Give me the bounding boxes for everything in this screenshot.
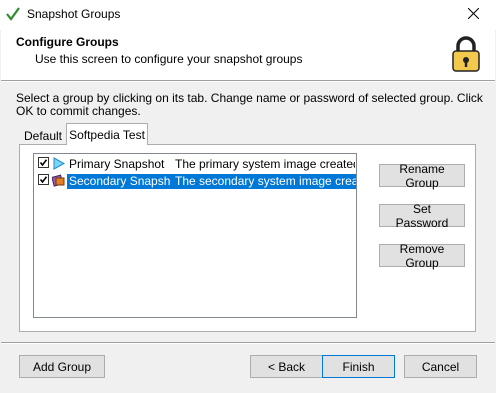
cancel-button[interactable]: Cancel: [404, 355, 477, 378]
finish-button[interactable]: Finish: [322, 355, 395, 378]
wizard-header: Configure Groups Use this screen to conf…: [1, 30, 495, 80]
footer-divider: [1, 342, 495, 344]
window-title: Snapshot Groups: [27, 7, 121, 21]
list-item[interactable]: Primary Snapshot The primary system imag…: [35, 155, 355, 172]
snapshot-icon: [51, 174, 65, 187]
snapshot-name: Primary Snapshot: [69, 157, 165, 171]
tab-softpedia-test[interactable]: Softpedia Test: [66, 123, 148, 145]
title-bar: Snapshot Groups: [0, 0, 496, 30]
snapshot-description: The primary system image created ...: [175, 157, 355, 171]
snapshot-checkbox[interactable]: [38, 174, 49, 185]
snapshot-list[interactable]: Primary Snapshot The primary system imag…: [33, 153, 357, 318]
snapshot-name: Secondary Snapshot: [67, 174, 181, 189]
rename-group-button[interactable]: Rename Group: [379, 162, 465, 190]
lock-icon: [449, 36, 483, 74]
back-button[interactable]: < Back: [250, 355, 323, 378]
set-password-button[interactable]: Set Password: [379, 202, 465, 230]
snapshot-checkbox[interactable]: [38, 157, 49, 168]
tab-panel: Primary Snapshot The primary system imag…: [19, 144, 476, 332]
tab-default[interactable]: Default: [20, 127, 66, 144]
snapshot-description: The secondary system image creat...: [171, 174, 356, 189]
close-button[interactable]: [450, 0, 496, 30]
close-icon: [467, 7, 479, 22]
instructions-text: Select a group by clicking on its tab. C…: [16, 91, 483, 118]
remove-group-button[interactable]: Remove Group: [379, 242, 465, 270]
checkmark-icon: [6, 7, 20, 21]
add-group-button[interactable]: Add Group: [19, 355, 105, 378]
header-title: Configure Groups: [16, 35, 119, 49]
header-subtitle: Use this screen to configure your snapsh…: [35, 52, 303, 66]
list-item[interactable]: Secondary Snapshot The secondary system …: [35, 172, 356, 189]
play-icon: [52, 157, 66, 170]
header-divider: [1, 80, 495, 82]
